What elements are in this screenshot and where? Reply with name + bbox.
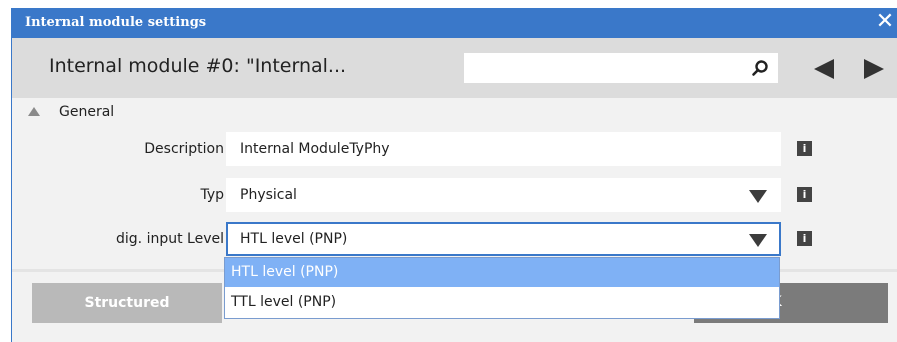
typ-label: Typ (200, 187, 224, 203)
dig-input-level-label: dig. input Level (116, 231, 224, 247)
typ-select[interactable]: Physical (226, 178, 781, 212)
info-icon[interactable]: i (797, 231, 812, 246)
description-label: Description (144, 141, 224, 157)
dropdown-option-htl[interactable]: HTL level (PNP) (225, 258, 779, 287)
arrow-left-icon[interactable] (812, 59, 834, 79)
title-bar: Internal module settings ✕ (12, 8, 897, 38)
module-header: Internal module #0: "Internal... (12, 38, 897, 98)
structured-button[interactable]: Structured (32, 283, 222, 323)
dig-input-level-dropdown: HTL level (PNP) TTL level (PNP) (224, 257, 780, 319)
section-label: General (59, 104, 115, 120)
typ-value: Physical (240, 187, 297, 203)
arrow-right-icon[interactable] (864, 59, 886, 79)
dialog-title: Internal module settings (25, 15, 207, 30)
info-icon[interactable]: i (797, 141, 812, 156)
module-name: Internal module #0: "Internal... (49, 55, 347, 77)
magnifier-icon[interactable] (750, 58, 770, 78)
dig-input-level-select[interactable]: HTL level (PNP) (226, 222, 781, 256)
close-icon[interactable]: ✕ (872, 10, 897, 36)
chevron-down-icon[interactable] (749, 234, 767, 247)
info-icon[interactable]: i (797, 187, 812, 202)
dropdown-option-ttl[interactable]: TTL level (PNP) (225, 288, 779, 317)
description-field[interactable]: Internal ModuleTyPhy (226, 132, 781, 166)
chevron-down-icon[interactable] (749, 190, 767, 203)
description-value: Internal ModuleTyPhy (240, 141, 390, 157)
section-general[interactable]: General (12, 98, 897, 126)
search-input[interactable] (464, 53, 778, 83)
dig-input-level-value: HTL level (PNP) (240, 231, 348, 247)
triangle-up-icon[interactable] (28, 107, 40, 116)
